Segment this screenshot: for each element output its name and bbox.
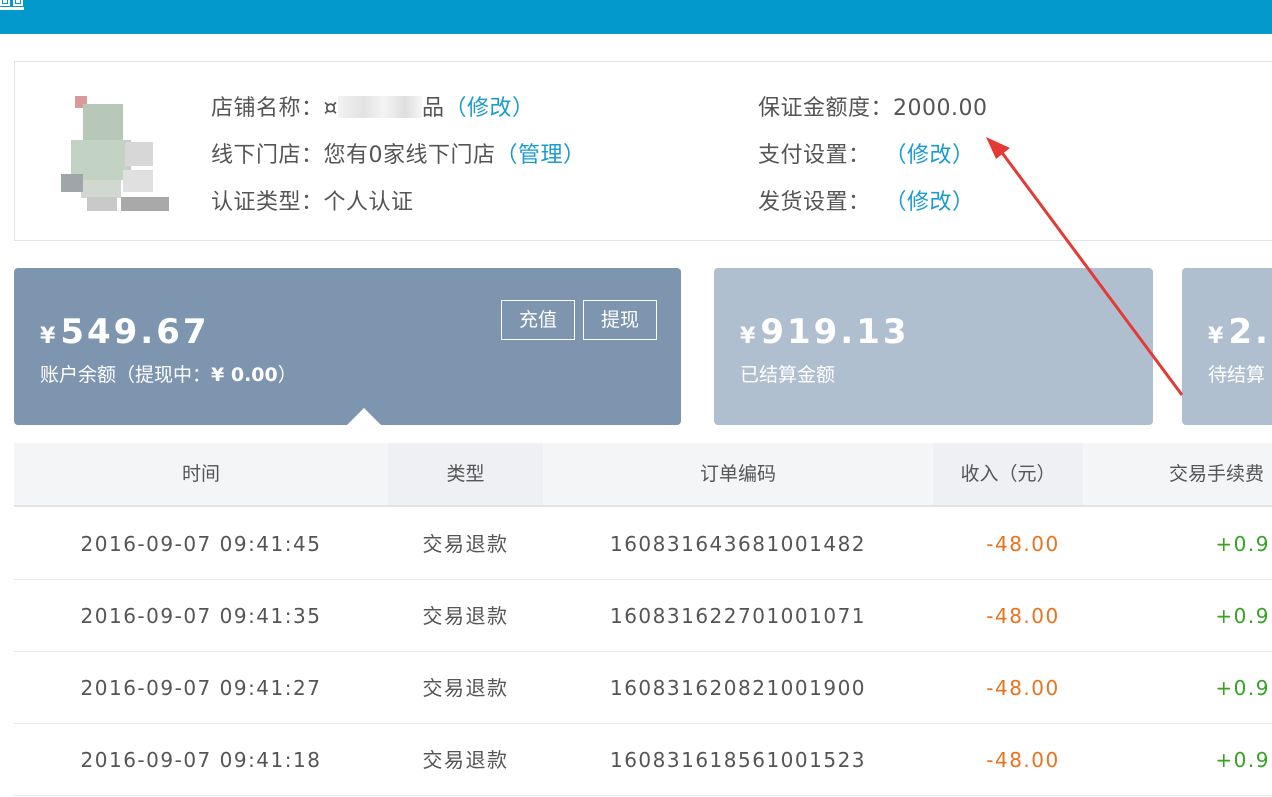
annotation-arrow-icon bbox=[986, 137, 1184, 396]
